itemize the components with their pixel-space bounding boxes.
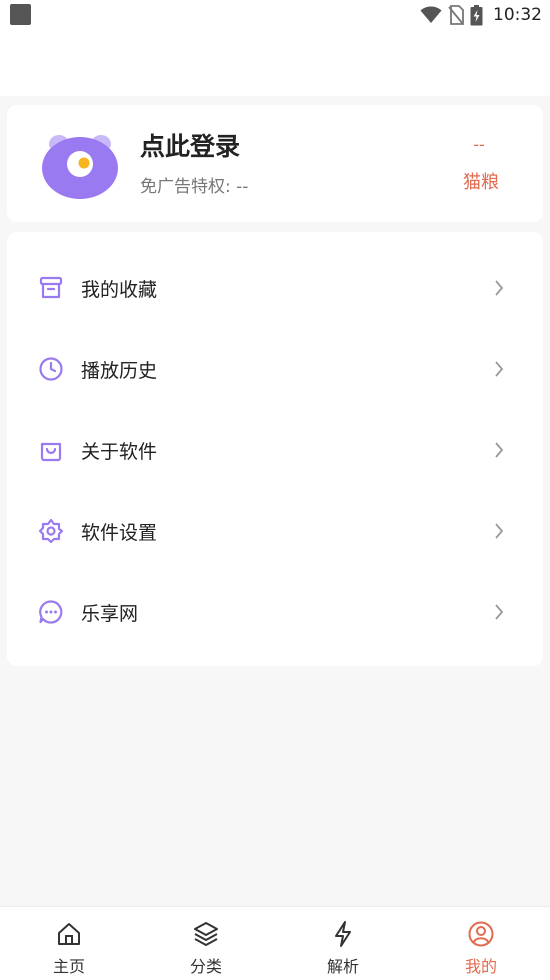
nav-label: 我的 xyxy=(464,957,497,976)
bottom-nav: 主页 分类 解析 我的 xyxy=(0,906,550,980)
nav-item-parse[interactable]: 解析 xyxy=(274,907,412,980)
status-bar: 10:32 xyxy=(0,0,550,30)
nav-item-home[interactable]: 主页 xyxy=(0,907,138,980)
nav-item-category[interactable]: 分类 xyxy=(137,907,275,980)
menu-card: 我的收藏 播放历史 关于软件 软件设置 乐享网 xyxy=(7,232,543,666)
battery-charging-icon xyxy=(470,4,483,25)
menu-item-lexiang[interactable]: 乐享网 xyxy=(7,571,543,652)
chevron-right-icon xyxy=(495,604,504,620)
lightning-icon xyxy=(335,921,351,947)
menu-item-settings[interactable]: 软件设置 xyxy=(7,490,543,571)
settings-flower-icon xyxy=(38,518,64,544)
nav-label: 主页 xyxy=(52,957,85,976)
ad-privilege-text: 免广告特权: -- xyxy=(140,172,248,197)
chevron-right-icon xyxy=(495,361,504,377)
menu-item-about[interactable]: 关于软件 xyxy=(7,409,543,490)
profile-card[interactable]: 点此登录 免广告特权: -- -- 猫粮 xyxy=(7,105,543,222)
clock-icon xyxy=(39,357,63,381)
nav-label: 解析 xyxy=(326,957,359,976)
nav-label: 分类 xyxy=(189,957,222,976)
menu-item-favorites[interactable]: 我的收藏 xyxy=(7,247,543,328)
shopping-bag-icon xyxy=(40,442,62,462)
cat-food-value: -- xyxy=(473,135,485,154)
menu-item-label: 乐享网 xyxy=(81,603,139,625)
cat-food-label[interactable]: 猫粮 xyxy=(463,168,499,194)
ad-privilege-value: -- xyxy=(236,177,249,197)
menu-item-label: 播放历史 xyxy=(81,360,158,382)
status-icons: 10:32 xyxy=(420,3,542,27)
menu-item-label: 我的收藏 xyxy=(81,279,158,301)
wifi-icon xyxy=(420,6,442,23)
avatar[interactable] xyxy=(41,130,121,200)
chevron-right-icon xyxy=(495,280,504,296)
chat-bubble-icon xyxy=(39,600,63,624)
user-circle-icon xyxy=(468,921,494,947)
home-icon xyxy=(58,923,80,945)
ad-privilege-label: 免广告特权: xyxy=(140,177,231,197)
chevron-right-icon xyxy=(495,442,504,458)
menu-item-label: 软件设置 xyxy=(81,522,158,544)
status-time: 10:32 xyxy=(493,5,542,25)
notification-square-icon xyxy=(10,4,31,25)
archive-box-icon xyxy=(39,276,63,299)
menu-item-label: 关于软件 xyxy=(81,441,158,463)
no-sim-icon xyxy=(448,5,464,25)
nav-item-mine[interactable]: 我的 xyxy=(412,907,550,980)
login-title[interactable]: 点此登录 xyxy=(140,127,240,163)
layers-icon xyxy=(194,922,218,946)
menu-item-history[interactable]: 播放历史 xyxy=(7,328,543,409)
header-area xyxy=(0,30,550,96)
chevron-right-icon xyxy=(495,523,504,539)
